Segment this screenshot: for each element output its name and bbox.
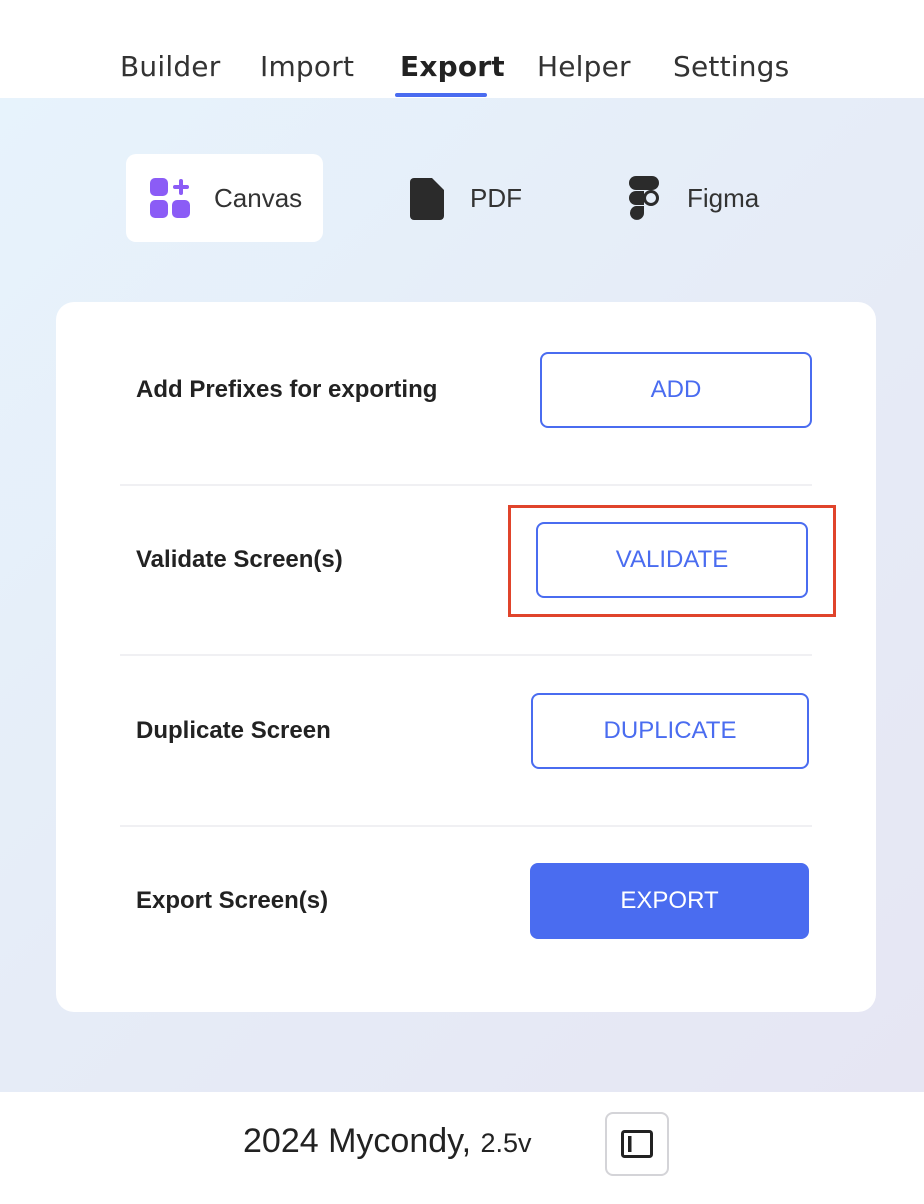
divider [120,825,812,827]
canvas-grid-icon [150,178,190,218]
version-label: 2.5v [480,1128,532,1158]
tab-import[interactable]: Import [260,50,354,83]
add-button[interactable]: ADD [540,352,812,428]
export-panel: Canvas PDF Figma Add Prefixes for export… [0,98,924,1092]
export-actions-card: Add Prefixes for exporting ADD Validate … [56,302,876,1012]
export-screens-label: Export Screen(s) [136,887,329,914]
tab-export[interactable]: Export [400,50,505,83]
sidebar-toggle-button[interactable] [605,1112,669,1176]
export-type-figma[interactable]: Figma [610,154,780,242]
add-prefixes-label: Add Prefixes for exporting [136,376,438,403]
validate-button[interactable]: VALIDATE [536,522,808,598]
export-type-canvas[interactable]: Canvas [126,154,323,242]
divider [120,654,812,656]
export-type-pdf[interactable]: PDF [395,154,555,242]
tab-builder[interactable]: Builder [120,50,220,83]
figma-icon [628,176,660,220]
export-button[interactable]: EXPORT [530,863,809,939]
sidebar-toggle-icon [621,1130,653,1158]
export-type-pdf-label: PDF [470,183,522,213]
export-type-figma-label: Figma [687,183,760,213]
tab-helper[interactable]: Helper [537,50,631,83]
active-tab-indicator [395,93,487,97]
footer-copyright-text: 2024 Mycondy, [243,1122,472,1160]
footer-copyright: 2024 Mycondy, 2.5v [243,1122,532,1161]
top-tab-bar: Builder Import Export Helper Settings [0,0,924,98]
validate-screens-label: Validate Screen(s) [136,546,343,573]
duplicate-button[interactable]: DUPLICATE [531,693,809,769]
footer: 2024 Mycondy, 2.5v [0,1092,924,1204]
duplicate-screen-label: Duplicate Screen [136,717,331,744]
export-type-canvas-label: Canvas [214,183,303,213]
tab-settings[interactable]: Settings [673,50,789,83]
document-icon [410,178,444,220]
divider [120,484,812,486]
